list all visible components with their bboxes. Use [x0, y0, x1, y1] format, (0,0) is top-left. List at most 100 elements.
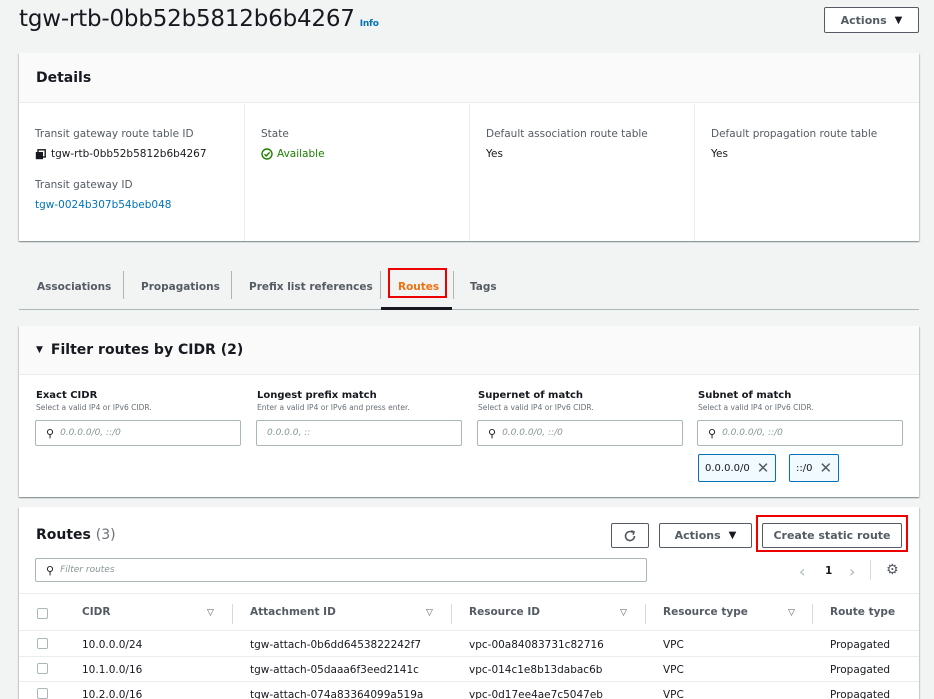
actions-button[interactable]: Actions ▼: [824, 7, 919, 33]
filter-heading-text: Filter routes by CIDR (2): [50, 342, 244, 358]
transit-gateway-id-label: Transit gateway ID: [35, 179, 133, 191]
highlight-routes-tab: [388, 268, 447, 298]
row-checkbox[interactable]: [37, 638, 48, 649]
details-col-state: State Available: [244, 104, 469, 241]
sort-icon[interactable]: ▽: [620, 608, 627, 618]
state-label: State: [261, 128, 289, 140]
cell-attachment-link[interactable]: tgw-attach-074a83364099a519a: [250, 689, 423, 699]
cell-cidr: 10.0.0.0/24: [82, 639, 143, 651]
routes-actions-label: Actions: [674, 529, 721, 542]
filter-label: Exact CIDR: [36, 390, 98, 401]
gear-icon[interactable]: ⚙: [886, 562, 899, 578]
pagination-divider: [870, 560, 871, 580]
cell-route-type: Propagated: [830, 689, 891, 699]
input-placeholder: Filter routes: [60, 565, 115, 575]
page-number[interactable]: 1: [825, 565, 832, 577]
column-header-resource-id[interactable]: Resource ID: [469, 606, 540, 618]
transit-gateway-id-link[interactable]: tgw-0024b307b54beb048: [35, 199, 228, 211]
filter-supernet: Supernet of match Select a valid IP4 or …: [478, 390, 594, 412]
longest-prefix-input[interactable]: 0.0.0.0, ::: [256, 420, 462, 446]
cell-resource-type: VPC: [663, 664, 684, 676]
filter-panel: ▼ Filter routes by CIDR (2) Exact CIDR S…: [19, 326, 919, 497]
routes-heading-text: Routes: [36, 527, 91, 543]
route-table-id-label: Transit gateway route table ID: [35, 128, 194, 140]
filter-token: 0.0.0.0/0 ✕: [698, 454, 777, 482]
filter-hint: Enter a valid IP4 or IPv6 and press ente…: [257, 403, 410, 412]
column-header-resource-type[interactable]: Resource type: [663, 606, 748, 618]
sort-icon[interactable]: ▽: [788, 608, 795, 618]
cell-route-type: Propagated: [830, 664, 891, 676]
close-icon[interactable]: ✕: [757, 459, 770, 477]
details-col-propagation: Default propagation route table Yes: [694, 104, 919, 241]
row-checkbox[interactable]: [37, 663, 48, 674]
info-link[interactable]: Info: [360, 19, 379, 29]
column-divider: [232, 604, 233, 624]
tab-divider: [453, 271, 454, 299]
page-title-text: tgw-rtb-0bb52b5812b6b4267: [19, 6, 355, 32]
row-divider: [19, 681, 919, 682]
filter-token: ::/0 ✕: [789, 454, 840, 482]
state-row: Available: [261, 148, 453, 160]
cell-resource-link[interactable]: vpc-00a84083731c82716: [469, 639, 604, 651]
default-association-label: Default association route table: [486, 128, 648, 140]
search-icon: ⚲: [46, 426, 55, 440]
tab-associations[interactable]: Associations: [37, 265, 111, 309]
sort-icon[interactable]: ▽: [207, 608, 214, 618]
tab-prefix-list-references[interactable]: Prefix list references: [249, 265, 373, 309]
tab-divider: [231, 271, 232, 299]
token-label: 0.0.0.0/0: [705, 462, 750, 474]
filter-label: Supernet of match: [478, 390, 584, 401]
input-placeholder: 0.0.0.0/0, ::/0: [60, 428, 121, 438]
filter-label: Subnet of match: [698, 390, 792, 401]
next-page-icon[interactable]: ›: [849, 562, 855, 581]
routes-filter-input[interactable]: ⚲ Filter routes: [35, 558, 647, 582]
column-header-route-type[interactable]: Route type: [830, 606, 895, 618]
filter-exact-cidr: Exact CIDR Select a valid IP4 or IPv6 CI…: [36, 390, 152, 412]
route-table-id-value: tgw-rtb-0bb52b5812b6b4267: [51, 148, 207, 160]
refresh-button[interactable]: [611, 523, 649, 548]
cell-attachment-link[interactable]: tgw-attach-0b6dd6453822242f7: [250, 639, 421, 651]
sort-icon[interactable]: ▽: [426, 608, 433, 618]
row-checkbox[interactable]: [37, 688, 48, 699]
input-placeholder: 0.0.0.0, ::: [267, 428, 311, 438]
filter-heading[interactable]: ▼ Filter routes by CIDR (2): [19, 326, 919, 375]
select-all-checkbox[interactable]: [37, 608, 48, 619]
filter-hint: Select a valid IP4 or IPv6 CIDR.: [478, 403, 594, 412]
cell-resource-link[interactable]: vpc-0d17ee4ae7c5047eb: [469, 689, 603, 699]
default-association-value: Yes: [486, 148, 503, 160]
tab-tags[interactable]: Tags: [470, 265, 497, 309]
close-icon[interactable]: ✕: [819, 459, 832, 477]
header-divider: [19, 630, 919, 631]
cell-cidr: 10.2.0.0/16: [82, 689, 143, 699]
tab-propagations[interactable]: Propagations: [141, 265, 220, 309]
copy-icon[interactable]: [35, 148, 46, 160]
routes-actions-button[interactable]: Actions ▼: [659, 523, 752, 548]
state-value: Available: [277, 148, 325, 160]
cell-attachment-link[interactable]: tgw-attach-05daaa6f3eed2141c: [250, 664, 419, 676]
highlight-create-button: [756, 515, 908, 552]
search-icon: ⚲: [708, 426, 717, 440]
exact-cidr-input[interactable]: ⚲ 0.0.0.0/0, ::/0: [35, 420, 241, 446]
token-label: ::/0: [796, 462, 813, 474]
filter-hint: Select a valid IP4 or IPv6 CIDR.: [698, 403, 814, 412]
cell-resource-link[interactable]: vpc-014c1e8b13dabac6b: [469, 664, 602, 676]
tab-divider: [380, 271, 381, 299]
filter-subnet: Subnet of match Select a valid IP4 or IP…: [698, 390, 814, 412]
row-divider: [19, 656, 919, 657]
subnet-input[interactable]: ⚲ 0.0.0.0/0, ::/0: [697, 420, 903, 446]
search-icon: ⚲: [46, 563, 55, 577]
supernet-input[interactable]: ⚲ 0.0.0.0/0, ::/0: [477, 420, 683, 446]
prev-page-icon[interactable]: ‹: [799, 562, 805, 581]
default-propagation-label: Default propagation route table: [711, 128, 878, 140]
check-circle-icon: [261, 148, 273, 160]
column-header-cidr[interactable]: CIDR: [82, 606, 110, 618]
column-header-attachment-id[interactable]: Attachment ID: [250, 606, 336, 618]
tab-bar: Associations Propagations Prefix list re…: [19, 265, 919, 310]
filter-longest-prefix: Longest prefix match Enter a valid IP4 o…: [257, 390, 410, 412]
refresh-icon: [624, 529, 636, 541]
search-icon: ⚲: [488, 426, 497, 440]
details-col-association: Default association route table Yes: [469, 104, 694, 241]
cell-resource-type: VPC: [663, 689, 684, 699]
details-panel: Details Transit gateway route table ID t…: [19, 53, 919, 241]
routes-heading: Routes (3): [36, 527, 116, 543]
